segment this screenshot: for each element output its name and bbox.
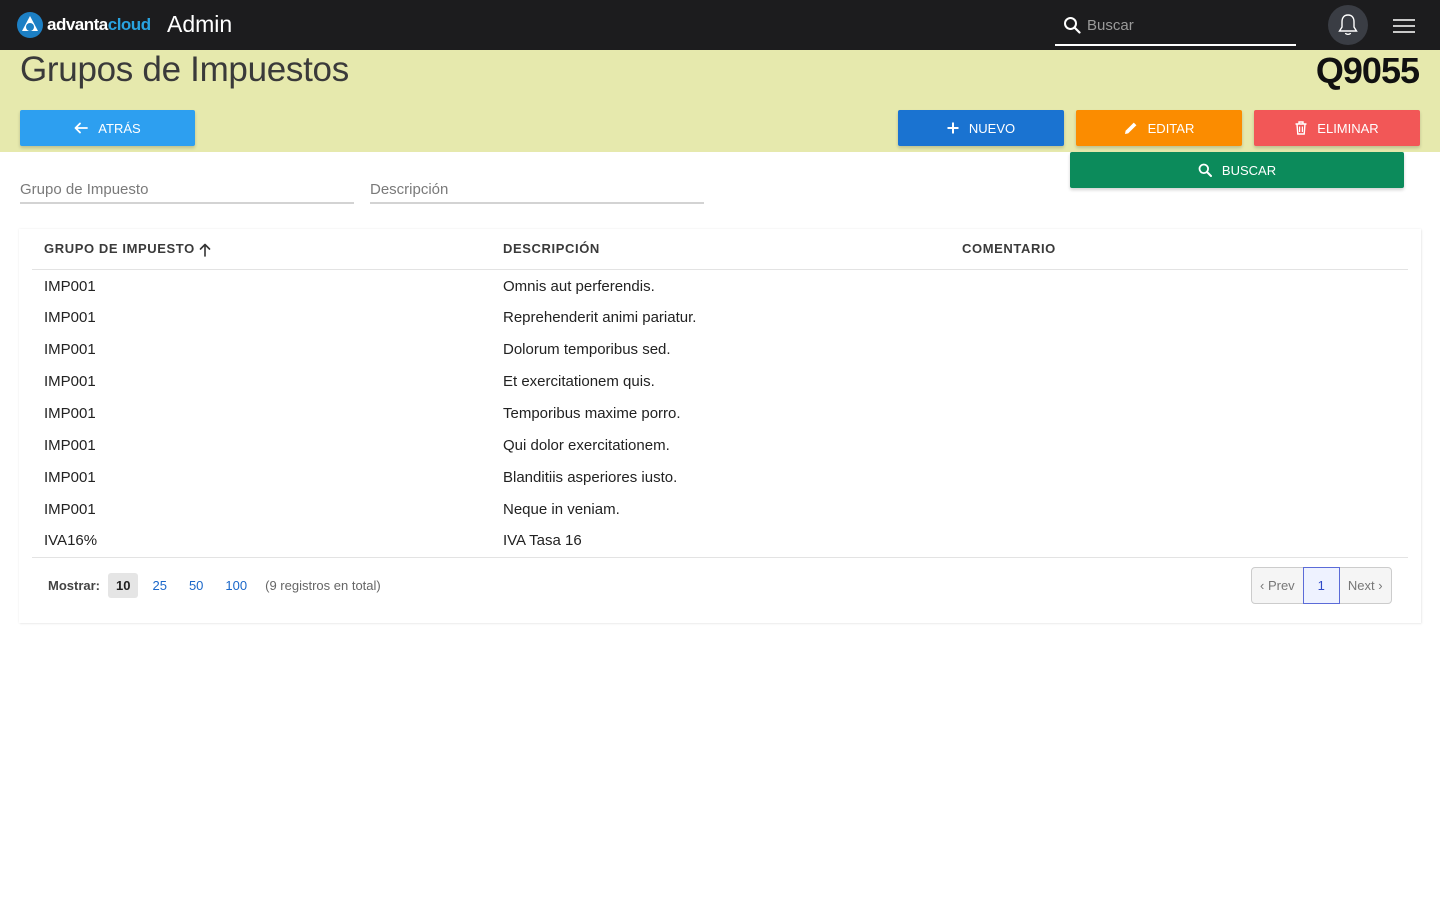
- cell-description: Et exercitationem quis.: [503, 372, 655, 390]
- search-input[interactable]: [1087, 12, 1287, 38]
- cell-tax-group: IMP001: [44, 277, 96, 295]
- cell-comment: [950, 269, 1408, 301]
- page-size-selector: Mostrar: 10 25 50 100 (9 registros en to…: [48, 567, 381, 603]
- cell-description: Qui dolor exercitationem.: [503, 436, 670, 454]
- arrow-left-icon: [74, 122, 89, 134]
- cell-description: Neque in veniam.: [503, 500, 620, 518]
- tax-group-filter-input[interactable]: [20, 176, 354, 202]
- cell-description: Omnis aut perferendis.: [503, 277, 655, 295]
- notifications-button[interactable]: [1328, 5, 1368, 45]
- cell-comment: [950, 301, 1408, 333]
- page-code: Q9055: [1315, 50, 1420, 91]
- description-filter-input[interactable]: [370, 176, 704, 202]
- cell-comment: [950, 525, 1408, 558]
- cell-tax-group: IMP001: [44, 372, 96, 390]
- cell-comment: [950, 397, 1408, 429]
- cell-tax-group: IMP001: [44, 468, 96, 486]
- tax-group-filter: [20, 176, 354, 204]
- page-title: Grupos de Impuestos: [20, 50, 349, 89]
- results-card: GRUPO DE IMPUESTO DESCRIPCIÓN COMENTARIO…: [19, 229, 1421, 623]
- top-navbar: advantacloud Admin: [0, 0, 1440, 50]
- next-page-button[interactable]: Next ›: [1340, 568, 1391, 603]
- table-header-row: GRUPO DE IMPUESTO DESCRIPCIÓN COMENTARIO: [32, 229, 1408, 270]
- table-row[interactable]: IMP001 Et exercitationem quis.: [32, 365, 1408, 397]
- column-header-tax-group[interactable]: GRUPO DE IMPUESTO: [32, 229, 491, 270]
- table-row[interactable]: IMP001 Omnis aut perferendis.: [32, 269, 1408, 301]
- description-filter: [370, 176, 704, 204]
- column-header-description[interactable]: DESCRIPCIÓN: [491, 229, 950, 270]
- cell-tax-group: IMP001: [44, 404, 96, 422]
- logo-text-color: cloud: [107, 15, 151, 34]
- brand-logo[interactable]: advantacloud: [16, 11, 151, 39]
- tax-groups-table: GRUPO DE IMPUESTO DESCRIPCIÓN COMENTARIO…: [32, 229, 1408, 558]
- cell-description: Dolorum temporibus sed.: [503, 340, 671, 358]
- search-icon: [1064, 17, 1081, 34]
- logo-mark-icon: [17, 12, 43, 38]
- table-row[interactable]: IMP001 Blanditiis asperiores iusto.: [32, 461, 1408, 493]
- column-header-label: GRUPO DE IMPUESTO: [44, 240, 195, 256]
- bell-icon: [1338, 14, 1358, 36]
- edit-button[interactable]: EDITAR: [1076, 110, 1242, 146]
- sort-ascending-icon: [199, 243, 211, 257]
- back-button-label: ATRÁS: [98, 120, 141, 136]
- pagination: ‹ Prev 1 Next ›: [1251, 567, 1392, 604]
- cell-tax-group: IMP001: [44, 340, 96, 358]
- search-icon: [1198, 163, 1212, 177]
- cell-tax-group: IMP001: [44, 308, 96, 326]
- search-button[interactable]: BUSCAR: [1070, 152, 1404, 188]
- global-search: [1055, 6, 1296, 46]
- search-button-label: BUSCAR: [1221, 162, 1277, 178]
- delete-button[interactable]: ELIMINAR: [1254, 110, 1420, 146]
- cell-comment: [950, 461, 1408, 493]
- cell-tax-group: IMP001: [44, 436, 96, 454]
- table-row[interactable]: IVA16% IVA Tasa 16: [32, 525, 1408, 558]
- new-button[interactable]: NUEVO: [898, 110, 1064, 146]
- page-size-25[interactable]: 25: [144, 573, 174, 598]
- current-page-button[interactable]: 1: [1302, 567, 1340, 604]
- table-row[interactable]: IMP001 Neque in veniam.: [32, 493, 1408, 525]
- cell-tax-group: IMP001: [44, 500, 96, 518]
- total-records: (9 registros en total): [265, 577, 381, 593]
- cell-tax-group: IVA16%: [32, 525, 491, 558]
- page-size-100[interactable]: 100: [217, 573, 255, 598]
- logo-text-white: advanta: [47, 15, 108, 34]
- cell-description: Temporibus maxime porro.: [503, 404, 681, 422]
- new-button-label: NUEVO: [968, 120, 1016, 136]
- app-title: Admin: [167, 11, 233, 37]
- table-row[interactable]: IMP001 Temporibus maxime porro.: [32, 397, 1408, 429]
- column-header-comment[interactable]: COMENTARIO: [950, 229, 1408, 270]
- table-row[interactable]: IMP001 Dolorum temporibus sed.: [32, 333, 1408, 365]
- back-button[interactable]: ATRÁS: [20, 110, 195, 146]
- cell-description: Blanditiis asperiores iusto.: [503, 468, 678, 486]
- pencil-icon: [1124, 122, 1137, 134]
- cell-description: Reprehenderit animi pariatur.: [503, 308, 697, 326]
- plus-icon: [947, 122, 959, 134]
- logo-text: advantacloud: [47, 15, 151, 35]
- show-label: Mostrar:: [48, 577, 101, 593]
- trash-icon: [1295, 121, 1307, 135]
- delete-button-label: ELIMINAR: [1317, 120, 1379, 136]
- prev-page-button[interactable]: ‹ Prev: [1252, 568, 1303, 603]
- table-row[interactable]: IMP001 Qui dolor exercitationem.: [32, 429, 1408, 461]
- table-row[interactable]: IMP001 Reprehenderit animi pariatur.: [32, 301, 1408, 333]
- cell-description: IVA Tasa 16: [491, 525, 950, 558]
- cell-comment: [950, 429, 1408, 461]
- cell-comment: [950, 493, 1408, 525]
- hamburger-menu-icon[interactable]: [1392, 16, 1416, 36]
- page-size-10[interactable]: 10: [108, 572, 139, 598]
- page-size-50[interactable]: 50: [181, 573, 211, 598]
- cell-comment: [950, 365, 1408, 397]
- edit-button-label: EDITAR: [1147, 120, 1195, 136]
- cell-comment: [950, 333, 1408, 365]
